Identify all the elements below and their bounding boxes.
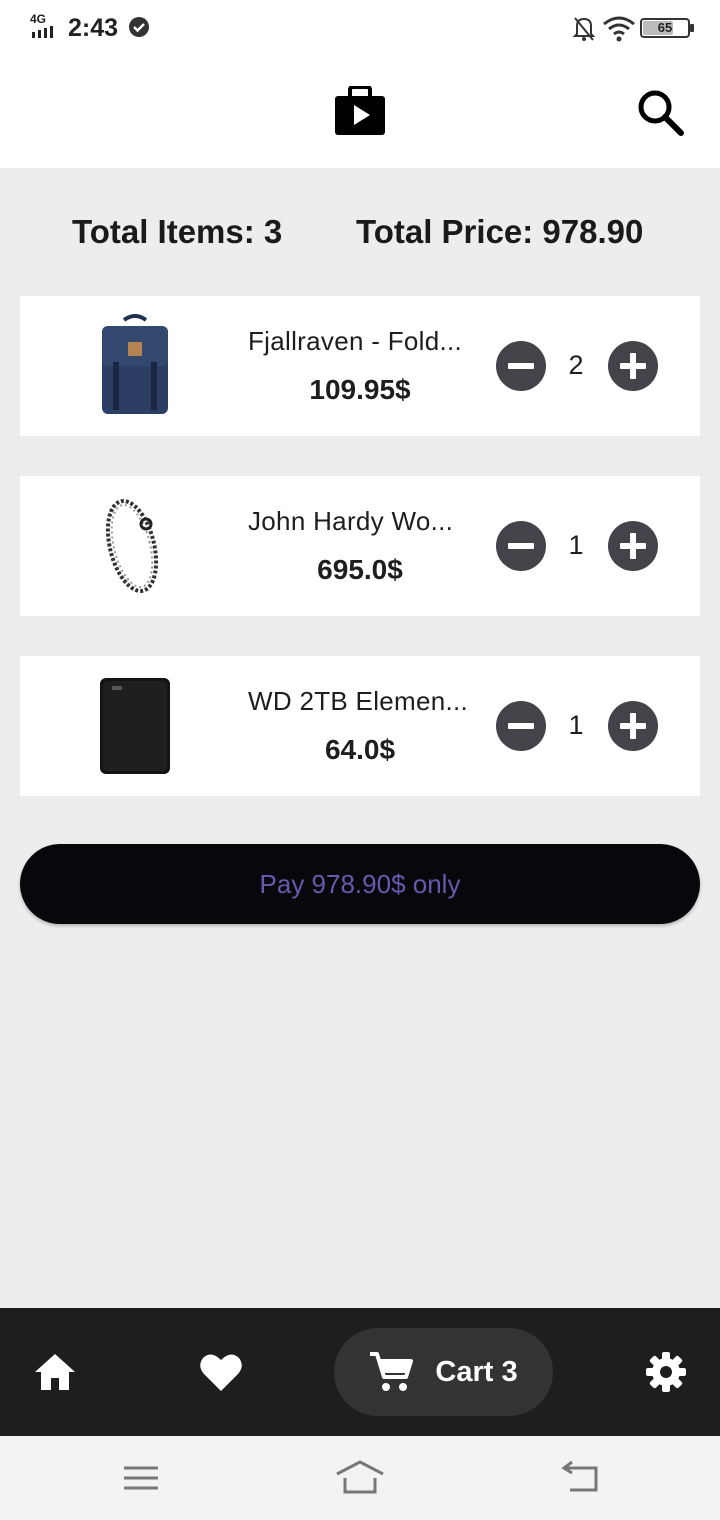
- signal-icon: [32, 26, 53, 38]
- increase-quantity-button[interactable]: [608, 521, 658, 571]
- cart-label: Cart 3: [435, 1355, 518, 1388]
- decrease-quantity-button[interactable]: [496, 341, 546, 391]
- item-price: 64.0$: [324, 734, 396, 765]
- increase-quantity-button[interactable]: [608, 701, 658, 751]
- cart-icon: [370, 1352, 414, 1391]
- item-quantity: 1: [568, 710, 584, 740]
- nav-settings[interactable]: [633, 1308, 699, 1436]
- search-icon[interactable]: [634, 86, 686, 138]
- nav-favorites[interactable]: [188, 1308, 254, 1436]
- decrease-quantity-button[interactable]: [496, 701, 546, 751]
- status-bar: 4G 2:43 65: [0, 0, 720, 56]
- system-home-icon[interactable]: [334, 1458, 386, 1498]
- nav-home[interactable]: [22, 1308, 88, 1436]
- menu-icon[interactable]: [116, 1458, 166, 1498]
- item-name: Fjallraven - Fold...: [248, 326, 463, 356]
- shopping-bag-play-icon: [335, 86, 385, 135]
- bell-off-icon: [572, 17, 596, 41]
- check-circle-icon: [129, 17, 149, 37]
- decrease-quantity-button[interactable]: [496, 521, 546, 571]
- backpack-image: [90, 314, 180, 418]
- home-icon: [35, 1354, 75, 1390]
- total-items: Total Items: 3: [72, 213, 283, 250]
- item-quantity: 2: [568, 350, 584, 380]
- status-time: 2:43: [68, 14, 119, 42]
- cart-item[interactable]: John Hardy Wo... 695.0$ 1: [20, 476, 700, 616]
- app-bar: [0, 56, 720, 168]
- total-price: Total Price: 978.90: [356, 213, 644, 250]
- item-price: 695.0$: [317, 554, 403, 585]
- back-icon[interactable]: [556, 1458, 606, 1498]
- network-type: 4G: [30, 12, 47, 26]
- bracelet-image: [90, 494, 180, 598]
- hard-drive-image: [90, 674, 180, 778]
- heart-icon: [200, 1354, 242, 1391]
- cart-summary: Total Items: 3 Total Price: 978.90: [0, 205, 720, 261]
- pay-button[interactable]: Pay 978.90$ only: [20, 844, 700, 924]
- increase-quantity-button[interactable]: [608, 341, 658, 391]
- item-name: John Hardy Wo...: [248, 506, 454, 536]
- cart-item[interactable]: Fjallraven - Fold... 109.95$ 2: [20, 296, 700, 436]
- system-navigation: [0, 1436, 720, 1520]
- battery-icon: 65: [640, 18, 694, 38]
- item-price: 109.95$: [309, 374, 411, 405]
- battery-level: 65: [657, 20, 673, 35]
- cart-item[interactable]: WD 2TB Elemen... 64.0$ 1: [20, 656, 700, 796]
- nav-cart[interactable]: Cart 3: [334, 1328, 553, 1416]
- item-quantity: 1: [568, 530, 584, 560]
- gear-icon: [646, 1352, 686, 1392]
- wifi-icon: [603, 16, 635, 42]
- item-name: WD 2TB Elemen...: [248, 686, 469, 716]
- bottom-navigation: Cart 3: [0, 1308, 720, 1436]
